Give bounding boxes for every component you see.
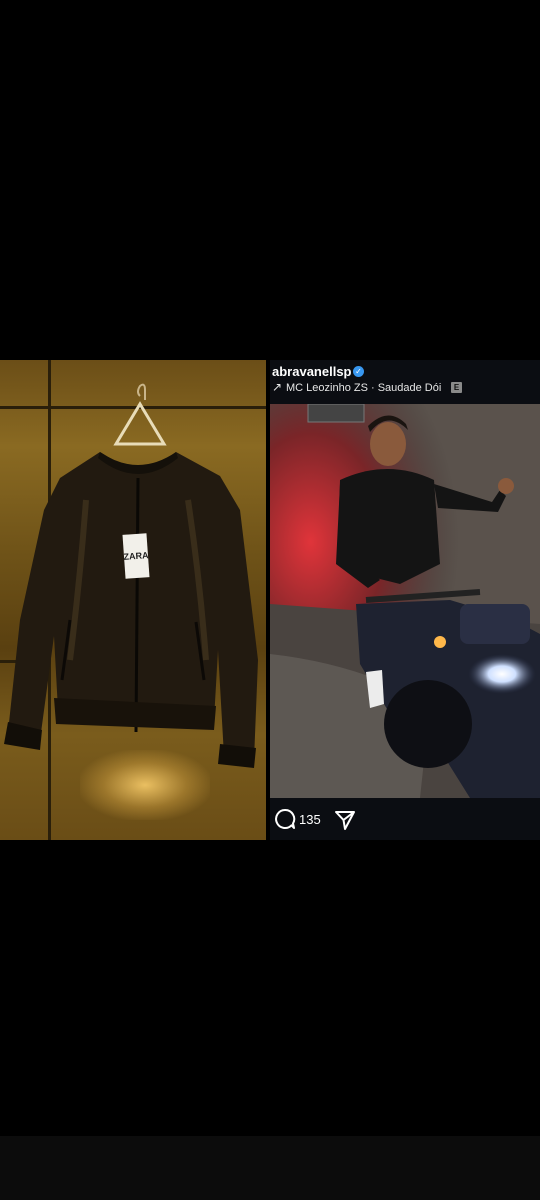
jacket-photo[interactable]: ZARA [0,360,266,840]
post-header: abravanellsp ✓ ↗ MC Leozinho ZS · Saudad… [270,360,540,404]
comment-bubble-icon[interactable] [274,808,296,835]
zara-price-tag: ZARA [122,533,150,579]
post-username[interactable]: abravanellsp [272,364,352,379]
motorcycle-photo-illustration [270,404,540,798]
music-track[interactable]: MC Leozinho ZS · Saudade Dói [286,382,441,394]
explicit-badge: E [451,382,462,393]
north-east-arrow-icon: ↗ [272,380,283,394]
post-actions: 135 [270,800,540,840]
comment-count: 135 [299,812,321,827]
send-paper-plane-icon[interactable] [334,809,356,836]
leather-jacket-illustration [4,383,258,768]
image-collage: ZARA abravanellsp ✓ ↗ MC Leozinho ZS · S… [0,360,540,840]
system-navigation-bar [0,1136,540,1200]
instagram-post: abravanellsp ✓ ↗ MC Leozinho ZS · Saudad… [270,360,540,840]
post-photo[interactable] [270,404,540,798]
verified-badge-icon: ✓ [353,366,364,377]
